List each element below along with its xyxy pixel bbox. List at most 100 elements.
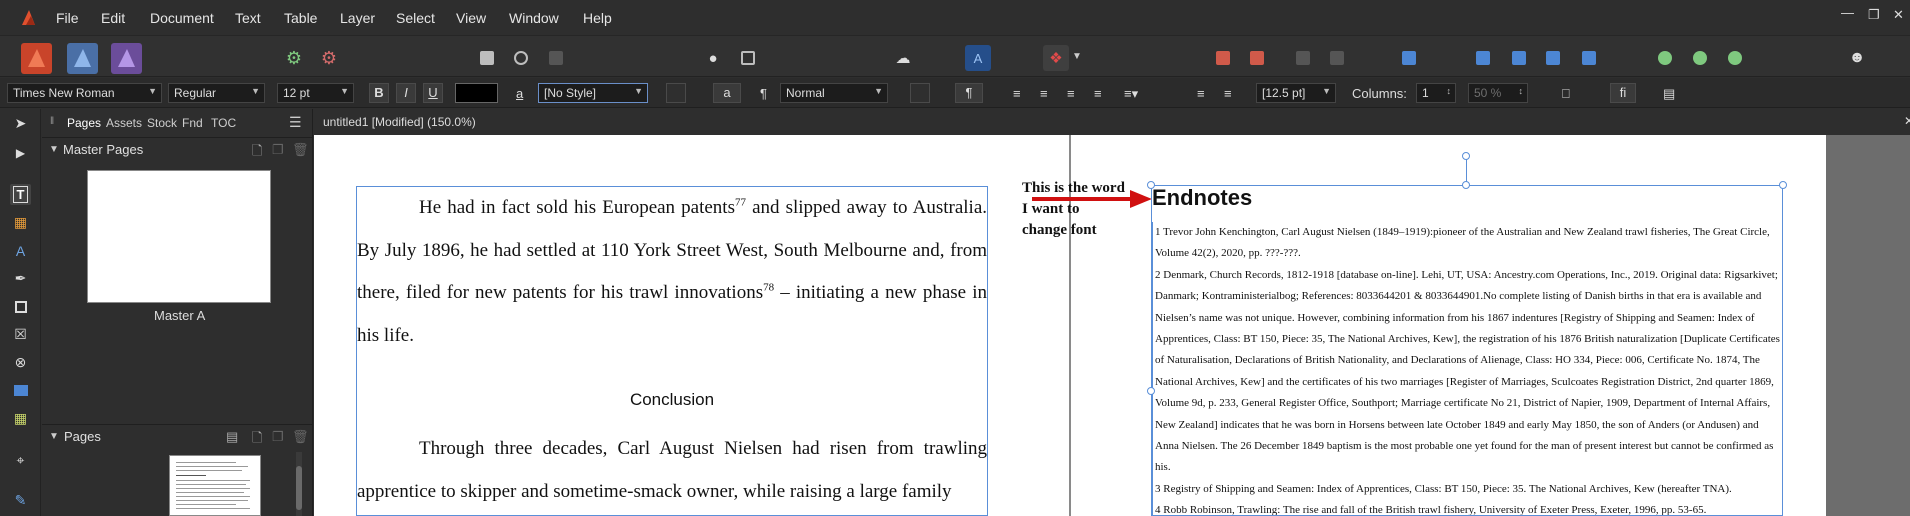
artistic-text-tool-icon[interactable]: A [10, 240, 31, 261]
text-color-swatch[interactable] [455, 83, 498, 103]
frame-text-tool-icon[interactable]: T [10, 184, 31, 205]
flip-horizontal-button[interactable] [1470, 45, 1496, 71]
crop-tool-icon[interactable]: ⌖ [10, 450, 31, 471]
arrange-disabled-1[interactable] [1290, 45, 1316, 71]
baseline-grid-icon[interactable]: ▤ [1663, 86, 1675, 102]
table-tool-icon[interactable]: ▦ [10, 212, 31, 233]
menu-text[interactable]: Text [235, 10, 261, 26]
align-left-icon[interactable]: ≡ [1013, 86, 1021, 101]
preflight-button[interactable]: ☁ [890, 45, 916, 71]
rotation-handle[interactable] [1462, 152, 1470, 160]
menu-help[interactable]: Help [583, 10, 612, 26]
selection-handle-top-left[interactable] [1147, 181, 1155, 189]
endnote-ref-78[interactable]: 78 [763, 282, 774, 294]
tab-fnd[interactable]: Fnd [182, 116, 203, 130]
arrange-front-button[interactable] [1210, 45, 1236, 71]
panel-grip-icon[interactable]: ‖ [50, 116, 54, 127]
menu-table[interactable]: Table [284, 10, 317, 26]
left-text-frame[interactable]: He had in fact sold his European patents… [356, 186, 988, 516]
italic-button[interactable]: I [396, 83, 416, 103]
master-pages-collapse-icon[interactable]: ▼ [49, 144, 59, 155]
columns-field[interactable]: 1 ↕ [1416, 83, 1456, 103]
bullet-list-icon[interactable]: ≡ [1197, 86, 1205, 101]
text-frame-inset-icon[interactable]: ⎕ [1562, 86, 1570, 102]
boolean-add-button[interactable] [1652, 45, 1678, 71]
table-insert-tool-icon[interactable]: ▦ [10, 408, 31, 429]
settings-gear-button[interactable]: ⚙ [316, 45, 342, 71]
pin-button[interactable]: ● [700, 45, 726, 71]
duplicate-master-icon[interactable]: ❐ [272, 142, 284, 158]
menu-document[interactable]: Document [150, 10, 214, 26]
close-icon[interactable]: ✕ [1893, 7, 1904, 23]
frame-text-button[interactable]: A [965, 45, 991, 71]
document-tab-title[interactable]: untitled1 [Modified] (150.0%) [323, 115, 476, 129]
node-tool-icon[interactable]: ▶ [10, 142, 31, 163]
pages-scrollbar-thumb[interactable] [296, 466, 302, 510]
endnote-ref-77[interactable]: 77 [735, 197, 746, 209]
selection-handle-middle-left[interactable] [1147, 387, 1155, 395]
character-style-select[interactable]: [No Style] ▼ [538, 83, 648, 103]
tab-assets[interactable]: Assets [106, 116, 142, 130]
arrange-back-button[interactable] [1244, 45, 1270, 71]
boolean-intersect-button[interactable] [1722, 45, 1748, 71]
paragraph-style-select[interactable]: Normal ▼ [780, 83, 888, 103]
restore-icon[interactable]: ❐ [1868, 7, 1880, 23]
photo-persona-button[interactable] [67, 43, 98, 74]
bold-button[interactable]: B [369, 83, 389, 103]
arrange-disabled-2[interactable] [1324, 45, 1350, 71]
font-size-field[interactable]: 12 pt ▼ [277, 83, 354, 103]
designer-persona-button[interactable] [111, 43, 142, 74]
ellipse-frame-tool-icon[interactable]: ⊗ [10, 352, 31, 373]
menu-file[interactable]: File [56, 10, 79, 26]
endnotes-text-frame[interactable]: Endnotes 1 Trevor John Kenchington, Carl… [1151, 185, 1783, 516]
frame-button[interactable] [508, 45, 534, 71]
menu-window[interactable]: Window [509, 10, 559, 26]
minimize-icon[interactable]: — [1841, 5, 1854, 20]
menu-layer[interactable]: Layer [340, 10, 375, 26]
align-button[interactable] [1396, 45, 1422, 71]
align-center-icon[interactable]: ≡ [1040, 86, 1048, 101]
selection-handle-top-right[interactable] [1779, 181, 1787, 189]
tab-stock[interactable]: Stock [147, 116, 177, 130]
delete-page-icon[interactable]: 🗑 [292, 429, 309, 445]
pen-tool-icon[interactable]: ✒ [10, 268, 31, 289]
pages-collapse-icon[interactable]: ▼ [49, 431, 59, 442]
place-image-tool-icon[interactable] [10, 380, 31, 401]
close-document-icon[interactable]: ✕ [1904, 114, 1910, 128]
snapping-button[interactable]: ❖ [1043, 45, 1069, 71]
selection-handle-top-middle[interactable] [1462, 181, 1470, 189]
leading-field[interactable]: [12.5 pt] ▼ [1256, 83, 1336, 103]
duplicate-page-icon[interactable]: ❐ [272, 429, 284, 445]
move-tool-icon[interactable]: ➤ [10, 113, 31, 134]
underline-button[interactable]: U [423, 83, 443, 103]
page-thumbnail[interactable] [169, 455, 261, 516]
disabled-tool-button[interactable] [543, 45, 569, 71]
menu-view[interactable]: View [456, 10, 486, 26]
tab-pages[interactable]: Pages [67, 116, 101, 130]
snapping-dropdown-icon[interactable]: ▼ [1072, 51, 1082, 62]
font-family-select[interactable]: Times New Roman ▼ [7, 83, 162, 103]
preferences-gear-button[interactable]: ⚙ [281, 45, 307, 71]
page-button[interactable] [474, 45, 500, 71]
menu-select[interactable]: Select [396, 10, 435, 26]
add-master-icon[interactable]: 🗋 [252, 142, 262, 164]
pick-tool-icon[interactable]: ✎ [10, 490, 31, 511]
disabled-para-button[interactable] [910, 83, 930, 103]
numbered-list-icon[interactable]: ≡ [1224, 86, 1232, 101]
master-a-thumbnail[interactable] [87, 170, 271, 303]
rotate-right-button[interactable] [1576, 45, 1602, 71]
justify-icon[interactable]: ≡ [1094, 86, 1102, 101]
page-layout-icon[interactable]: ▤ [226, 429, 238, 445]
ligatures-button[interactable]: fi [1610, 83, 1636, 103]
menu-edit[interactable]: Edit [101, 10, 125, 26]
account-button[interactable]: ☻ [1844, 45, 1870, 71]
gutter-field[interactable]: 50 % ↕ [1468, 83, 1528, 103]
apply-char-style-button[interactable]: a [713, 83, 741, 103]
font-style-select[interactable]: Regular ▼ [168, 83, 265, 103]
apply-para-style-button[interactable]: ¶ [955, 83, 983, 103]
rectangle-tool-icon[interactable] [10, 296, 31, 317]
publisher-persona-button[interactable] [21, 43, 52, 74]
add-page-icon[interactable]: 🗋 [252, 429, 262, 451]
boolean-subtract-button[interactable] [1687, 45, 1713, 71]
picture-frame-tool-icon[interactable]: ☒ [10, 324, 31, 345]
